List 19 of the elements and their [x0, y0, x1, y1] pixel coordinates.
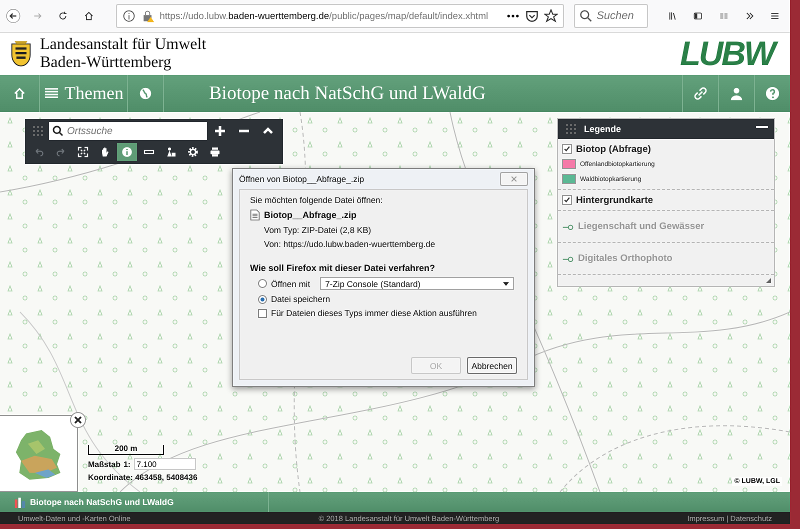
help-icon — [765, 86, 780, 101]
search-icon — [578, 9, 593, 23]
home-icon — [12, 86, 27, 101]
link-icon — [693, 86, 708, 101]
map-title: Biotope nach NatSchG und LWaldG — [209, 82, 486, 104]
list-icon — [44, 86, 58, 101]
organization-name: Landesanstalt für Umwelt — [40, 36, 206, 54]
search-field[interactable]: Suchen — [574, 4, 648, 28]
chart-icon — [14, 496, 26, 508]
address-bar[interactable]: https://udo.lubw.baden-wuerttemberg.de/public/pages/map/default/index.xhtml — [116, 4, 564, 28]
lock-warning-icon — [140, 9, 155, 23]
coat-of-arms-icon — [10, 40, 32, 68]
star-icon[interactable] — [544, 9, 558, 23]
organization-region: Baden-Württemberg — [40, 54, 172, 72]
user-icon — [729, 86, 744, 101]
pocket-icon[interactable] — [524, 9, 539, 23]
info-icon — [122, 9, 136, 23]
url-text: https://udo.lubw.baden-wuerttemberg.de/public/pages/map/default/index.xhtml — [160, 10, 488, 22]
globe-icon — [138, 86, 153, 101]
